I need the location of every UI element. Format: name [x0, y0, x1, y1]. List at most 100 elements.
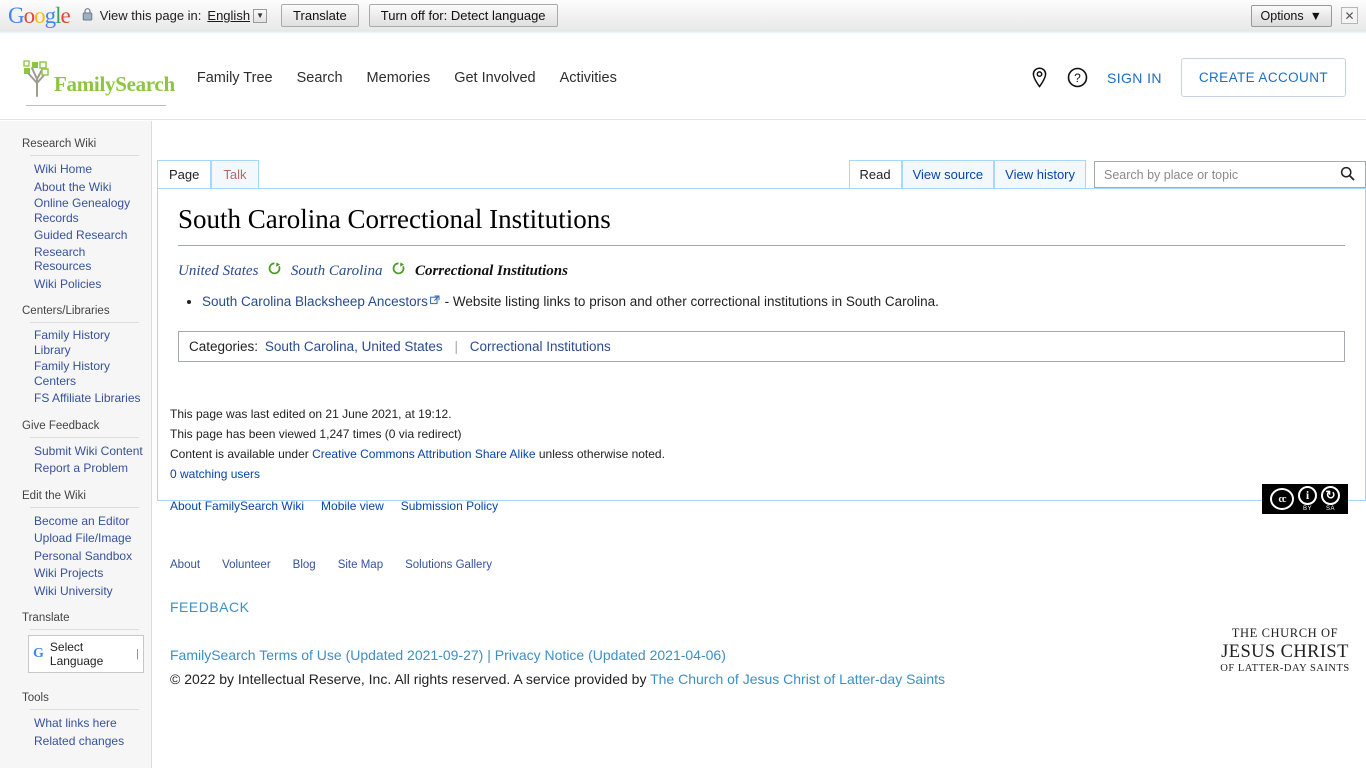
privacy-notice-link[interactable]: Privacy Notice (Updated 2021-04-06)	[495, 647, 726, 663]
sidebar-link[interactable]: Family History Library	[34, 328, 145, 357]
chevron-down-icon: ▼	[253, 8, 268, 23]
footer-nav-solutions-gallery[interactable]: Solutions Gallery	[405, 559, 492, 571]
nav-search[interactable]: Search	[297, 70, 343, 86]
search-box[interactable]	[1094, 161, 1366, 188]
breadcrumb-item-south-carolina[interactable]: South Carolina	[291, 263, 383, 279]
tab-view-history[interactable]: View history	[994, 160, 1086, 188]
sidebar-link[interactable]: About the Wiki	[34, 180, 111, 195]
page-metadata: This page was last edited on 21 June 202…	[170, 404, 1070, 516]
sidebar-link[interactable]: Become an Editor	[34, 514, 129, 529]
sidebar-link[interactable]: Wiki Home	[34, 162, 92, 177]
watching-users-link[interactable]: 0 watching users	[170, 467, 260, 481]
feedback-link[interactable]: FEEDBACK	[170, 599, 249, 615]
share-alike-icon: ↻	[1321, 486, 1340, 505]
church-logo-line-2: JESUS CHRIST	[1221, 641, 1349, 662]
legal-links-row: FamilySearch Terms of Use (Updated 2021-…	[170, 643, 1170, 667]
sidebar-link[interactable]: Wiki University	[34, 584, 113, 599]
link-list: South Carolina Blacksheep Ancestors - We…	[178, 291, 1345, 312]
license-text: Content is available under Creative Comm…	[170, 444, 1070, 464]
breadcrumb-item-current: Correctional Institutions	[414, 262, 568, 279]
tab-page[interactable]: Page	[157, 160, 212, 188]
sidebar-item-guided-research: Guided Research	[0, 226, 151, 244]
sidebar-section-title-research-wiki: Research Wiki	[22, 138, 97, 150]
breadcrumb-item-united-states[interactable]: United States	[178, 263, 258, 279]
nav-family-tree[interactable]: Family Tree	[197, 70, 273, 86]
nav-memories[interactable]: Memories	[367, 70, 431, 86]
sidebar-link[interactable]: What links here	[34, 716, 117, 731]
footer-nav-about[interactable]: About	[170, 559, 200, 571]
nav-get-involved[interactable]: Get Involved	[454, 70, 535, 86]
language-selector[interactable]: English ▼	[207, 8, 268, 23]
logo-underline	[26, 104, 166, 106]
sidebar-link[interactable]: Upload File/Image	[34, 531, 131, 546]
location-pin-icon[interactable]	[1031, 67, 1048, 88]
divider: |	[454, 339, 458, 354]
divider	[30, 629, 139, 630]
sidebar: Research Wiki Wiki Home About the Wiki O…	[0, 121, 152, 768]
sidebar-link[interactable]: Wiki Projects	[34, 566, 103, 581]
legal-section: FamilySearch Terms of Use (Updated 2021-…	[170, 643, 1170, 691]
church-link[interactable]: The Church of Jesus Christ of Latter-day…	[650, 671, 945, 687]
sidebar-section-title-translate: Translate	[22, 612, 70, 624]
select-language-widget[interactable]: G Select Language |	[28, 635, 144, 673]
category-link-correctional-institutions[interactable]: Correctional Institutions	[470, 339, 611, 354]
sidebar-list-edit-the-wiki: Become an Editor Upload File/Image Perso…	[0, 512, 151, 608]
sidebar-link[interactable]: Family History Centers	[34, 359, 145, 388]
tab-read[interactable]: Read	[848, 160, 902, 188]
sidebar-link[interactable]: Personal Sandbox	[34, 549, 132, 564]
family-tree-icon	[23, 59, 49, 97]
cc-icon: cc	[1270, 488, 1294, 510]
by-caption: BY	[1302, 506, 1312, 512]
footer-nav-blog[interactable]: Blog	[293, 559, 316, 571]
sidebar-link[interactable]: FS Affiliate Libraries	[34, 391, 141, 406]
search-icon[interactable]	[1340, 166, 1355, 184]
creative-commons-badge[interactable]: cc i BY ↻ SA	[1262, 484, 1348, 514]
footer-link-about-familysearch-wiki[interactable]: About FamilySearch Wiki	[170, 496, 304, 516]
sidebar-link[interactable]: Related changes	[34, 734, 124, 749]
divider	[30, 322, 139, 323]
close-icon[interactable]: ✕	[1341, 7, 1358, 24]
footer-link-submission-policy[interactable]: Submission Policy	[401, 496, 498, 516]
copyright-row: © 2022 by Intellectual Reserve, Inc. All…	[170, 667, 1170, 691]
namespace-tabs: Page Talk	[157, 160, 259, 188]
sidebar-link[interactable]: Research Resources	[34, 245, 145, 274]
footer-link-mobile-view[interactable]: Mobile view	[321, 496, 384, 516]
tab-view-source[interactable]: View source	[901, 160, 995, 188]
sidebar-item-submit-wiki-content: Submit Wiki Content	[0, 442, 151, 460]
create-account-button[interactable]: CREATE ACCOUNT	[1180, 58, 1346, 97]
sidebar-list-give-feedback: Submit Wiki Content Report a Problem	[0, 442, 151, 485]
turn-off-translate-button[interactable]: Turn off for: Detect language	[368, 4, 558, 27]
sidebar-link[interactable]: Guided Research	[34, 228, 127, 243]
sidebar-item-family-history-centers: Family History Centers	[0, 358, 151, 389]
sidebar-link[interactable]: Wiki Policies	[34, 277, 101, 292]
footer-nav-site-map[interactable]: Site Map	[338, 559, 383, 571]
terms-of-use-link[interactable]: FamilySearch Terms of Use (Updated 2021-…	[170, 647, 483, 663]
sidebar-item-fs-affiliate-libraries: FS Affiliate Libraries	[0, 389, 151, 407]
nav-activities[interactable]: Activities	[560, 70, 617, 86]
view-count-text: This page has been viewed 1,247 times (0…	[170, 427, 462, 441]
sidebar-item-related-changes: Related changes	[0, 732, 151, 750]
sign-in-link[interactable]: SIGN IN	[1107, 70, 1162, 86]
license-link[interactable]: Creative Commons Attribution Share Alike	[312, 447, 535, 461]
category-link-south-carolina-united-states[interactable]: South Carolina, United States	[265, 339, 443, 354]
search-input[interactable]	[1102, 166, 1340, 183]
divider	[30, 709, 139, 710]
breadcrumb: United States South Carolina Correctiona…	[178, 262, 1345, 280]
translate-options-button[interactable]: Options ▼	[1250, 4, 1332, 27]
footer-nav-volunteer[interactable]: Volunteer	[222, 559, 271, 571]
external-link-blacksheep-ancestors[interactable]: South Carolina Blacksheep Ancestors	[202, 294, 428, 309]
sidebar-link[interactable]: Report a Problem	[34, 461, 128, 476]
tab-talk[interactable]: Talk	[211, 160, 259, 188]
church-logo: THE CHURCH OF JESUS CHRIST OF LATTER-DAY…	[1210, 627, 1360, 675]
sidebar-item-upload-file-image: Upload File/Image	[0, 529, 151, 547]
familysearch-logo[interactable]: FamilySearch	[20, 59, 175, 106]
sidebar-item-wiki-projects: Wiki Projects	[0, 564, 151, 582]
list-item-text: - Website listing links to prison and ot…	[440, 293, 939, 309]
sidebar-link[interactable]: Online Genealogy Records	[34, 196, 145, 225]
sidebar-section-title-give-feedback: Give Feedback	[22, 419, 100, 432]
tab-label: Talk	[223, 167, 247, 182]
translate-button[interactable]: Translate	[281, 4, 359, 27]
sidebar-list-centers-libraries: Family History Library Family History Ce…	[0, 327, 151, 415]
help-circle-icon[interactable]: ?	[1067, 67, 1088, 88]
sidebar-link[interactable]: Submit Wiki Content	[34, 444, 143, 459]
